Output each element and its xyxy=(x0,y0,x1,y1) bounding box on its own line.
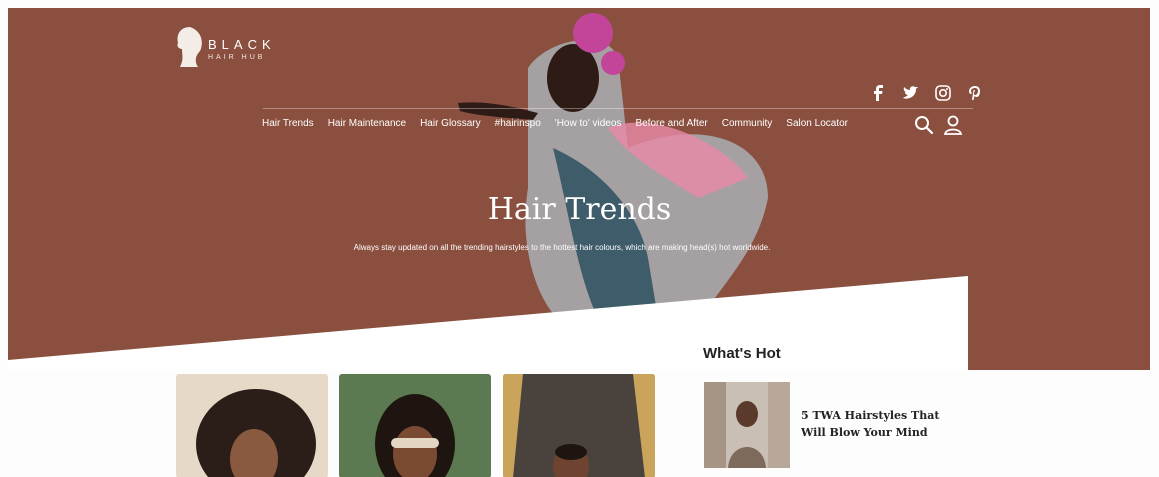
whats-hot-heading: What's Hot xyxy=(703,345,781,362)
page: BLACK HAIR HUB Hair Trends Hair Maintena… xyxy=(0,0,1159,477)
hero-banner: BLACK HAIR HUB Hair Trends Hair Maintena… xyxy=(8,8,1150,370)
main-nav: Hair Trends Hair Maintenance Hair Glossa… xyxy=(262,118,862,129)
nav-item-hair-glossary[interactable]: Hair Glossary xyxy=(420,118,481,129)
page-subtitle: Always stay updated on all the trending … xyxy=(353,243,771,252)
nav-item-how-to-videos[interactable]: 'How to' videos xyxy=(555,118,622,129)
article-card-1[interactable] xyxy=(176,374,328,477)
pinterest-icon[interactable] xyxy=(966,84,984,102)
article-card-image xyxy=(339,374,491,477)
hot-article-thumbnail[interactable] xyxy=(704,382,790,468)
nav-item-hair-maintenance[interactable]: Hair Maintenance xyxy=(328,118,406,129)
logo-text-primary: BLACK xyxy=(208,37,276,52)
nav-item-hairinspo[interactable]: #hairinspo xyxy=(495,118,541,129)
nav-item-salon-locator[interactable]: Salon Locator xyxy=(786,118,848,129)
twitter-icon[interactable] xyxy=(902,84,920,102)
social-links xyxy=(870,84,984,102)
article-card-2[interactable] xyxy=(339,374,491,477)
nav-item-hair-trends[interactable]: Hair Trends xyxy=(262,118,314,129)
nav-divider xyxy=(263,108,973,109)
facebook-icon[interactable] xyxy=(870,84,888,102)
page-title: Hair Trends xyxy=(487,192,672,227)
article-card-image xyxy=(176,374,328,477)
logo-text-secondary: HAIR HUB xyxy=(208,54,266,61)
logo-silhouette-icon xyxy=(177,27,202,67)
user-icon[interactable] xyxy=(942,114,964,136)
hot-article-title[interactable]: 5 TWA Hairstyles That Will Blow Your Min… xyxy=(801,407,946,441)
search-icon[interactable] xyxy=(913,114,935,136)
nav-item-community[interactable]: Community xyxy=(722,118,773,129)
nav-item-before-and-after[interactable]: Before and After xyxy=(635,118,707,129)
site-logo[interactable]: BLACK HAIR HUB xyxy=(174,25,284,69)
article-card-image xyxy=(503,374,655,477)
instagram-icon[interactable] xyxy=(934,84,952,102)
article-card-3[interactable] xyxy=(503,374,655,477)
